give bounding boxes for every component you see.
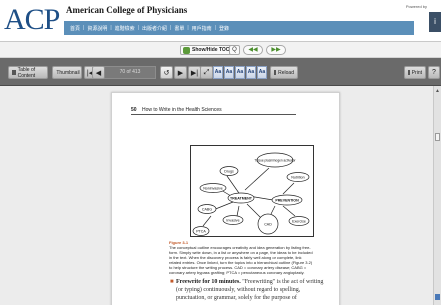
font-size-1-button[interactable]: Aa xyxy=(213,66,223,79)
figure-caption: Figure 3-1 The conceptual outline encour… xyxy=(169,240,327,275)
acp-logo[interactable]: ACP xyxy=(4,3,60,37)
vendor-logo[interactable]: i xyxy=(429,12,441,32)
scroll-mode-button[interactable]: ↺ xyxy=(160,66,173,79)
nav-link-user-guide[interactable]: 用戶指南 xyxy=(192,25,212,32)
bullet-marker-icon: ■ xyxy=(170,279,174,285)
reload-button-label: Reload xyxy=(278,69,294,76)
toc-button-label: Table of Content xyxy=(17,66,36,79)
node-treatment: TREATMENT xyxy=(230,196,253,200)
scroll-handle[interactable] xyxy=(435,133,440,141)
toc-bar: Show/Hide TOC Q ◀◀ ▶▶ xyxy=(0,42,441,58)
node-noninvasive: Noninvasive xyxy=(203,186,223,190)
font-size-4-button[interactable]: Aa xyxy=(246,66,256,79)
nav-separator: | xyxy=(170,25,172,31)
running-head: 50 How to Write in the Health Sciences xyxy=(131,107,296,115)
next-page-button[interactable]: ▶ xyxy=(174,66,187,79)
node-nutrition: Nutrition xyxy=(291,175,304,179)
site-header: ACP American College of Physicians 首頁 | … xyxy=(0,0,441,42)
toggle-toc-button[interactable]: Show/Hide TOC xyxy=(180,45,234,55)
page-indicator[interactable]: 70 of 413 xyxy=(104,66,156,79)
nav-separator: | xyxy=(214,25,216,31)
bullet-paragraph: ■ Freewrite for 10 minutes. "Freewriting… xyxy=(170,278,330,302)
help-button[interactable]: ? xyxy=(428,66,440,79)
scroll-up-icon[interactable]: ▲ xyxy=(435,88,440,94)
document-viewer[interactable]: 50 How to Write in the Health Sciences T… xyxy=(0,86,433,305)
node-cad: CAD xyxy=(264,222,272,226)
printer-icon xyxy=(408,70,410,75)
figure-concept-map: TREATMENT Drugs Tissue plasminogen activ… xyxy=(190,145,314,237)
search-next-button[interactable]: ▶▶ xyxy=(266,45,286,55)
book-page: 50 How to Write in the Health Sciences T… xyxy=(111,92,340,305)
search-prev-button[interactable]: ◀◀ xyxy=(243,45,263,55)
nav-link-home[interactable]: 首頁 xyxy=(70,25,80,32)
toc-toggle-icon xyxy=(183,46,190,54)
page-number: 50 xyxy=(131,107,137,113)
nav-separator: | xyxy=(83,25,85,31)
viewer-toolbar: Table of Content Thumbnail |◀ ◀ 70 of 41… xyxy=(0,58,441,86)
nav-link-publisher[interactable]: 出版者介紹 xyxy=(142,25,167,32)
caption-line: coronary artery bypass grafting; PTCA = … xyxy=(169,270,305,275)
concept-map-svg: TREATMENT Drugs Tissue plasminogen activ… xyxy=(192,152,310,236)
thumbnail-button[interactable]: Thumbnail xyxy=(52,66,82,79)
list-icon xyxy=(12,70,16,75)
search-button[interactable]: Q xyxy=(229,45,240,55)
running-title: How to Write in the Health Sciences xyxy=(141,107,222,113)
powered-by-label: Powered by xyxy=(405,4,427,9)
side-panel-tab[interactable] xyxy=(435,294,440,300)
nav-separator: | xyxy=(137,25,139,31)
font-size-2-button[interactable]: Aa xyxy=(224,66,234,79)
nav-link-advanced-search[interactable]: 進階檢索 xyxy=(115,25,135,32)
node-ptca: PTCA xyxy=(196,229,206,233)
node-tissue-plasminogen-activator: Tissue plasminogen activator xyxy=(254,158,296,162)
node-invasive: Invasive xyxy=(226,218,239,222)
toggle-toc-label: Show/Hide TOC xyxy=(192,47,230,53)
reload-button[interactable]: Reload xyxy=(270,66,298,79)
font-size-5-button[interactable]: Aa xyxy=(257,66,267,79)
org-name: American College of Physicians xyxy=(66,5,188,15)
top-nav: 首頁 | 資源說明 | 進階檢索 | 出版者介紹 | 書單 | 用戶指南 | 登… xyxy=(64,21,414,35)
nav-link-login[interactable]: 登錄 xyxy=(219,25,229,32)
node-cabg: CABG xyxy=(202,207,212,211)
nav-link-resource-info[interactable]: 資源說明 xyxy=(87,25,107,32)
node-exercise: Exercise xyxy=(292,219,306,223)
print-button[interactable]: Print xyxy=(404,66,426,79)
font-size-3-button[interactable]: Aa xyxy=(235,66,245,79)
reload-icon xyxy=(274,70,277,75)
node-drugs: Drugs xyxy=(224,169,234,173)
nav-link-booklist[interactable]: 書單 xyxy=(174,25,184,32)
fit-page-button[interactable]: ⤢ xyxy=(200,66,213,79)
table-of-contents-button[interactable]: Table of Content xyxy=(8,66,48,79)
nav-separator: | xyxy=(110,25,112,31)
print-button-label: Print xyxy=(411,69,422,76)
bullet-heading: Freewrite for 10 minutes. xyxy=(176,279,241,285)
thumbnail-button-label: Thumbnail xyxy=(56,69,80,76)
nav-separator: | xyxy=(187,25,189,31)
node-prevention: PREVENTION xyxy=(275,198,299,202)
right-scrollbar[interactable]: ▲ xyxy=(433,86,441,305)
